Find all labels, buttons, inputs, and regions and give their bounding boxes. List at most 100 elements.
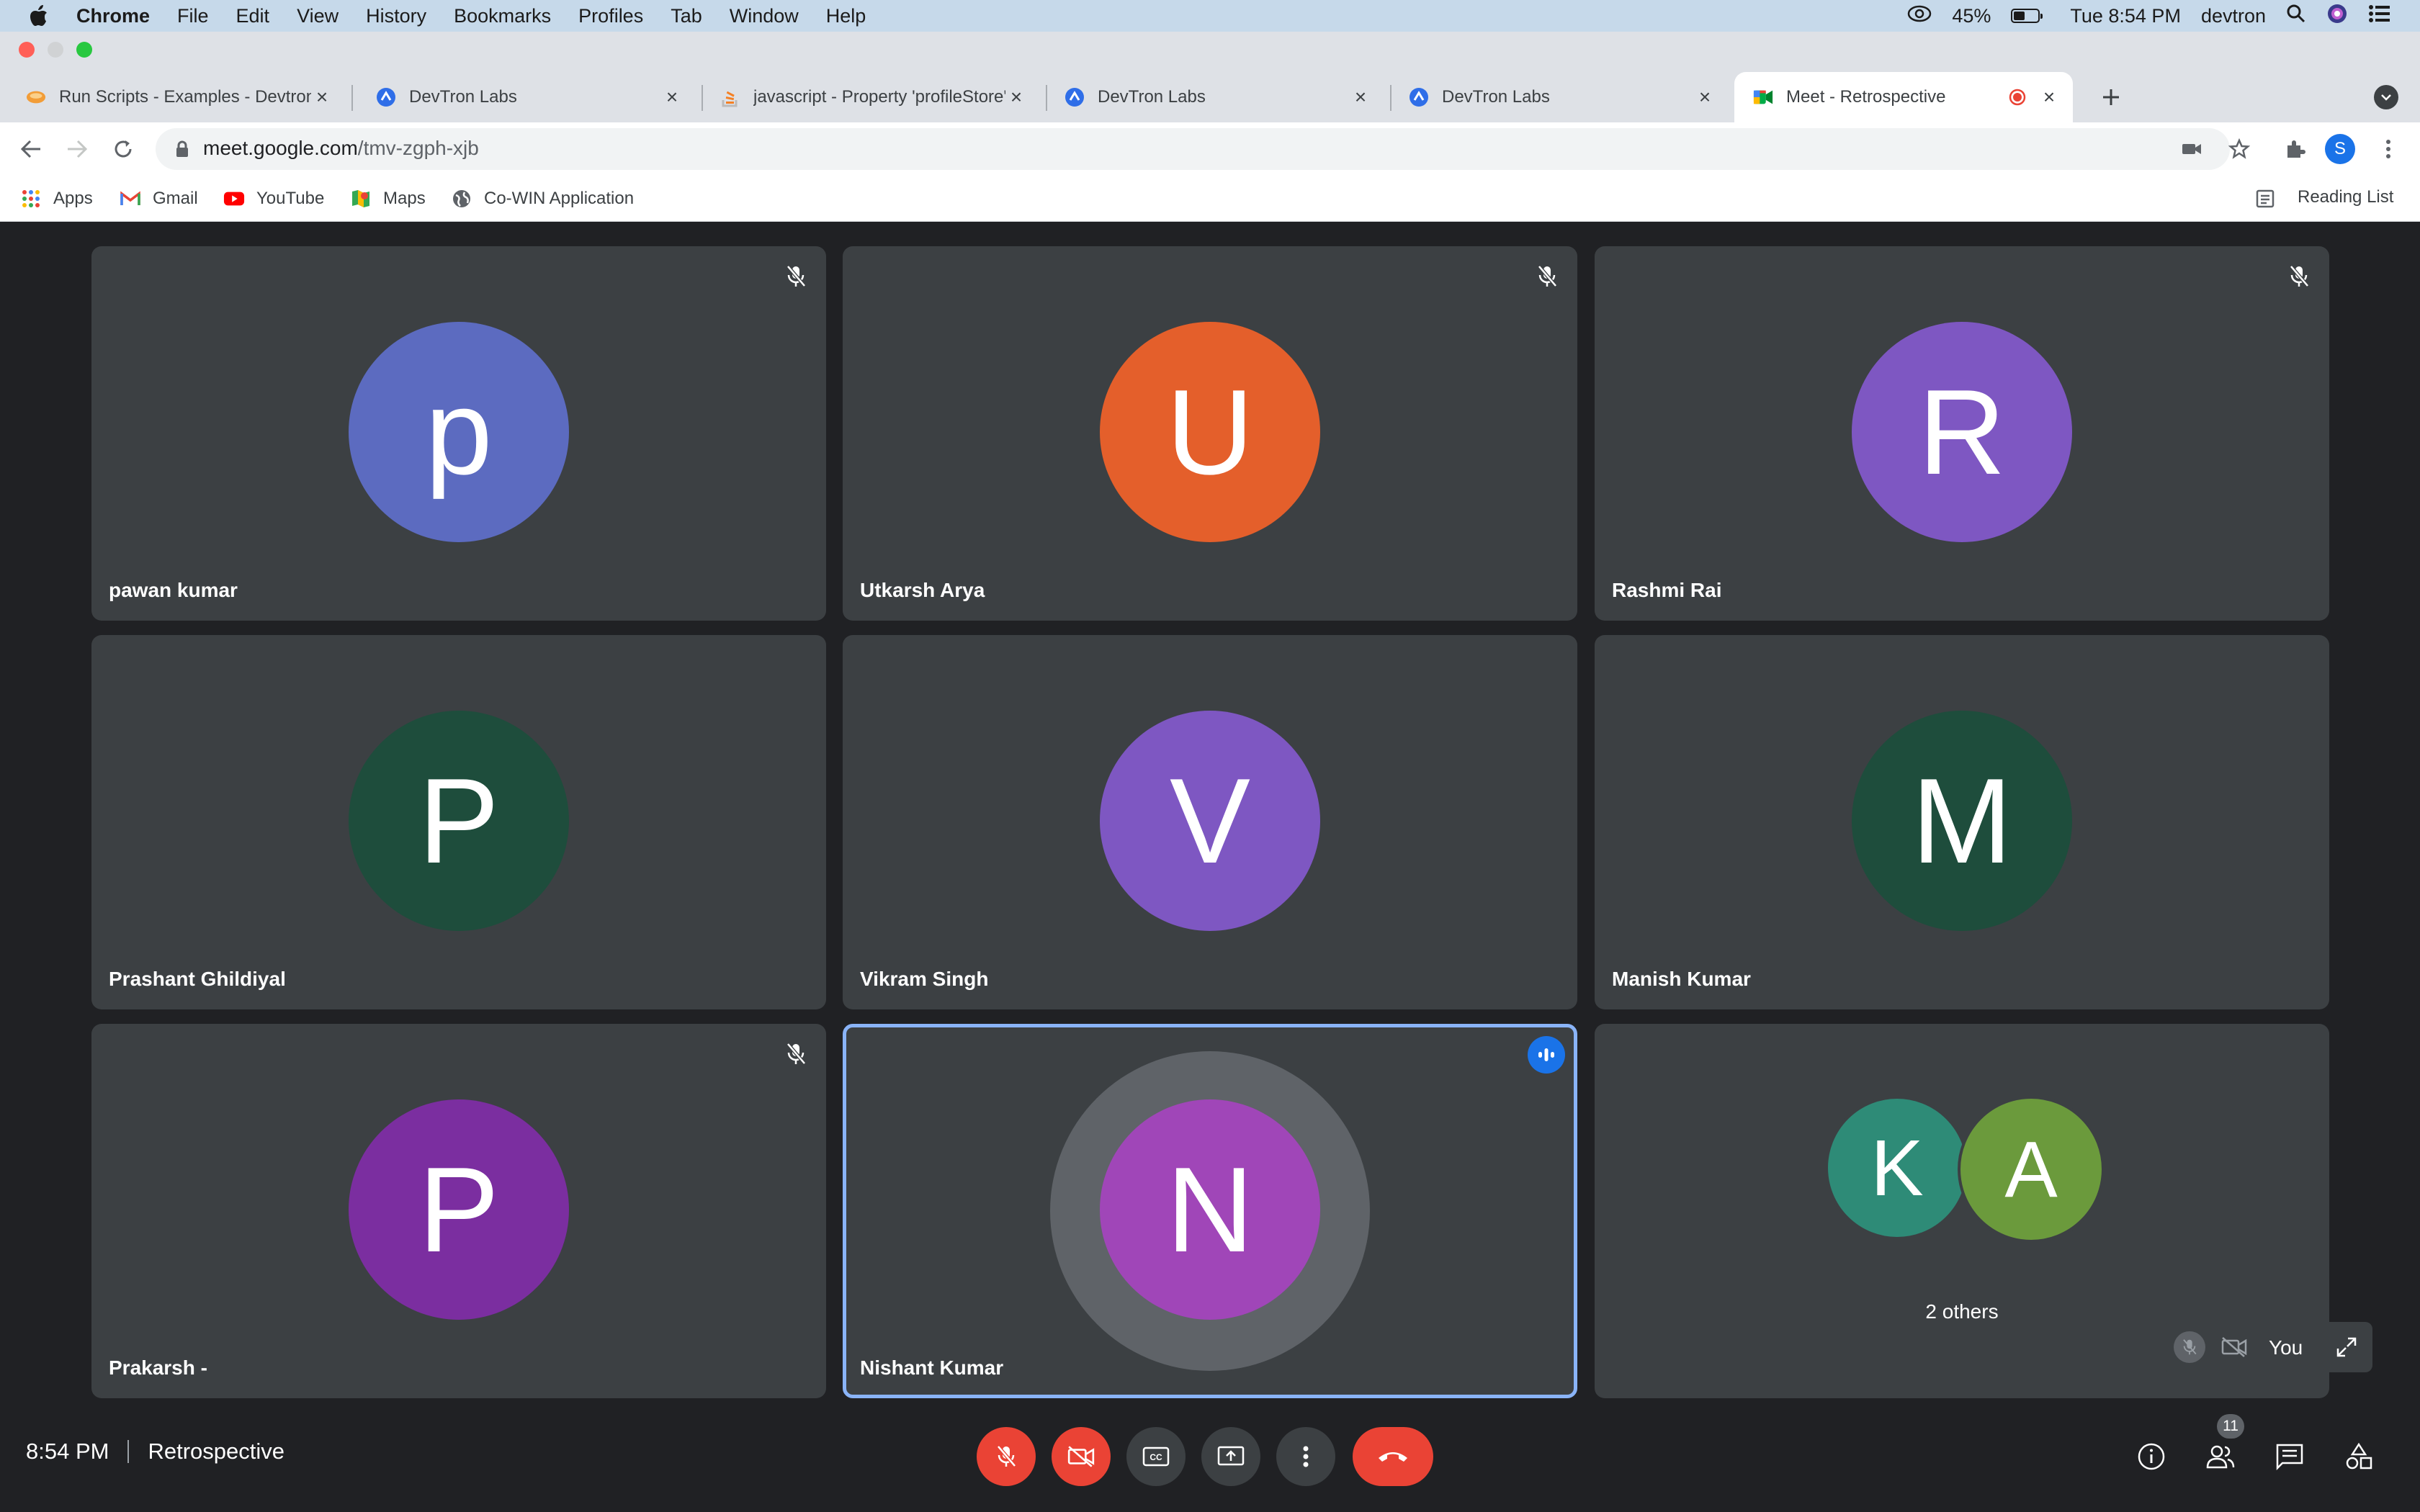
participant-avatar: V [1100, 711, 1320, 931]
menu-window[interactable]: Window [730, 5, 799, 27]
tab-close-icon[interactable]: × [311, 86, 333, 108]
self-mic-muted-icon[interactable] [2174, 1331, 2205, 1363]
bookmark-gmail[interactable]: Gmail [120, 186, 198, 212]
tab-title: DevTron Labs [1098, 87, 1206, 107]
bookmark-youtube[interactable]: YouTube [223, 186, 324, 212]
chat-button[interactable] [2269, 1436, 2311, 1477]
window-minimize-icon[interactable] [48, 42, 63, 58]
lock-icon[interactable] [171, 138, 193, 160]
tab-close-icon[interactable]: × [1005, 86, 1027, 108]
activities-button[interactable] [2338, 1436, 2380, 1477]
url-path: /tmv-zgph-xjb [357, 137, 479, 159]
bookmark-apps[interactable]: Apps [20, 186, 93, 212]
participant-name: Nishant Kumar [860, 1356, 1004, 1379]
mic-toggle-button[interactable] [977, 1427, 1036, 1486]
tab-close-icon[interactable]: × [1350, 86, 1371, 108]
participant-tile-pawan-kumar[interactable]: p pawan kumar [91, 246, 826, 621]
menu-help[interactable]: Help [826, 5, 866, 27]
leave-call-button[interactable] [1353, 1427, 1433, 1486]
url-text[interactable]: meet.google.com/tmv-zgph-xjb [203, 137, 479, 160]
maps-icon [350, 188, 372, 210]
window-zoom-icon[interactable] [76, 42, 92, 58]
participant-tile-prakarsh[interactable]: P Prakarsh - [91, 1024, 826, 1398]
bookmark-star-icon[interactable] [2226, 135, 2253, 163]
globe-icon [451, 188, 472, 210]
svg-text:CC: CC [1150, 1452, 1162, 1462]
spotlight-search-icon[interactable] [2286, 4, 2306, 29]
participant-tile-prashant-ghildiyal[interactable]: P Prashant Ghildiyal [91, 635, 826, 1009]
tab-stackoverflow[interactable]: javascript - Property 'profileStore' × [702, 72, 1040, 122]
gmail-icon [120, 188, 141, 210]
participant-tile-nishant-kumar[interactable]: N Nishant Kumar [843, 1024, 1577, 1398]
menu-file[interactable]: File [177, 5, 209, 27]
new-tab-icon[interactable] [2093, 79, 2129, 115]
siri-icon[interactable] [2326, 3, 2348, 30]
tab-run-scripts[interactable]: Run Scripts - Examples - Devtron × [7, 72, 346, 122]
participant-tile-utkarsh-arya[interactable]: U Utkarsh Arya [843, 246, 1577, 621]
menu-profiles[interactable]: Profiles [578, 5, 643, 27]
control-center-icon[interactable] [2368, 4, 2391, 28]
camera-in-use-icon[interactable] [2179, 137, 2204, 161]
apple-menu-icon[interactable] [29, 4, 49, 27]
closed-captions-icon: CC [1142, 1446, 1170, 1467]
menu-history[interactable]: History [366, 5, 426, 27]
bookmark-co-win[interactable]: Co-WIN Application [451, 186, 634, 212]
reload-icon[interactable] [108, 134, 138, 164]
participant-avatar: R [1852, 322, 2072, 542]
self-view-chip[interactable]: You [2164, 1322, 2372, 1372]
captions-button[interactable]: CC [1126, 1427, 1186, 1486]
tab-close-icon[interactable]: × [1694, 86, 1716, 108]
clock[interactable]: Tue 8:54 PM [2070, 5, 2181, 27]
user-name[interactable]: devtron [2201, 5, 2266, 27]
menu-bookmarks[interactable]: Bookmarks [454, 5, 551, 27]
participant-tile-manish-kumar[interactable]: M Manish Kumar [1595, 635, 2329, 1009]
participant-tile-rashmi-rai[interactable]: R Rashmi Rai [1595, 246, 2329, 621]
participant-name: Rashmi Rai [1612, 579, 1722, 601]
more-options-button[interactable] [1276, 1427, 1335, 1486]
chat-icon [2276, 1444, 2303, 1470]
people-button[interactable]: 11 [2200, 1414, 2244, 1477]
tab-close-icon[interactable]: × [2038, 86, 2060, 108]
profile-avatar[interactable]: S [2325, 134, 2355, 164]
tab-devtron-labs-1[interactable]: DevTron Labs × [357, 72, 696, 122]
extensions-icon[interactable] [2282, 135, 2309, 163]
back-icon[interactable] [16, 134, 46, 164]
activities-shapes-icon [2346, 1442, 2372, 1470]
menu-bar-status-area: 45% Tue 8:54 PM devtron [1907, 0, 2391, 32]
menu-tab[interactable]: Tab [671, 5, 702, 27]
tab-devtron-labs-3[interactable]: DevTron Labs × [1390, 72, 1729, 122]
forward-icon[interactable] [62, 134, 92, 164]
speaking-indicator-icon [1528, 1036, 1565, 1074]
participant-tile-vikram-singh[interactable]: V Vikram Singh [843, 635, 1577, 1009]
participant-avatar: U [1100, 322, 1320, 542]
reading-list-button[interactable]: Reading List [2298, 187, 2393, 207]
devtron-icon [376, 87, 396, 107]
mic-muted-icon [2285, 262, 2313, 291]
camera-toggle-button[interactable] [1052, 1427, 1111, 1486]
others-avatar-a: A [1958, 1096, 2105, 1243]
menu-view[interactable]: View [297, 5, 339, 27]
bookmark-maps[interactable]: Maps [350, 186, 426, 212]
others-label: 2 others [1925, 1300, 1999, 1323]
self-camera-off-icon[interactable] [2218, 1331, 2250, 1363]
present-screen-button[interactable] [1201, 1427, 1260, 1486]
meeting-info-button[interactable] [2130, 1436, 2172, 1477]
window-close-icon[interactable] [19, 42, 35, 58]
tab-close-icon[interactable]: × [661, 86, 683, 108]
tab-search-icon[interactable] [2374, 85, 2398, 109]
tab-meet-retrospective[interactable]: Meet - Retrospective × [1734, 72, 2073, 122]
participant-name: Vikram Singh [860, 968, 989, 990]
menu-edit[interactable]: Edit [236, 5, 270, 27]
bookmark-label: Co-WIN Application [484, 189, 635, 208]
battery-icon[interactable] [2011, 9, 2043, 23]
others-avatar-k: K [1825, 1096, 1969, 1240]
recording-indicator-icon [2008, 88, 2027, 107]
more-vert-icon [1303, 1446, 1309, 1467]
screen-share-status-icon[interactable] [1907, 4, 1932, 28]
apps-grid-icon [20, 188, 42, 210]
self-view-label: You [2269, 1336, 2303, 1359]
expand-self-view-icon[interactable] [2332, 1333, 2361, 1362]
tab-devtron-labs-2[interactable]: DevTron Labs × [1046, 72, 1384, 122]
menu-app-name[interactable]: Chrome [76, 5, 150, 27]
chrome-menu-icon[interactable] [2377, 135, 2400, 163]
